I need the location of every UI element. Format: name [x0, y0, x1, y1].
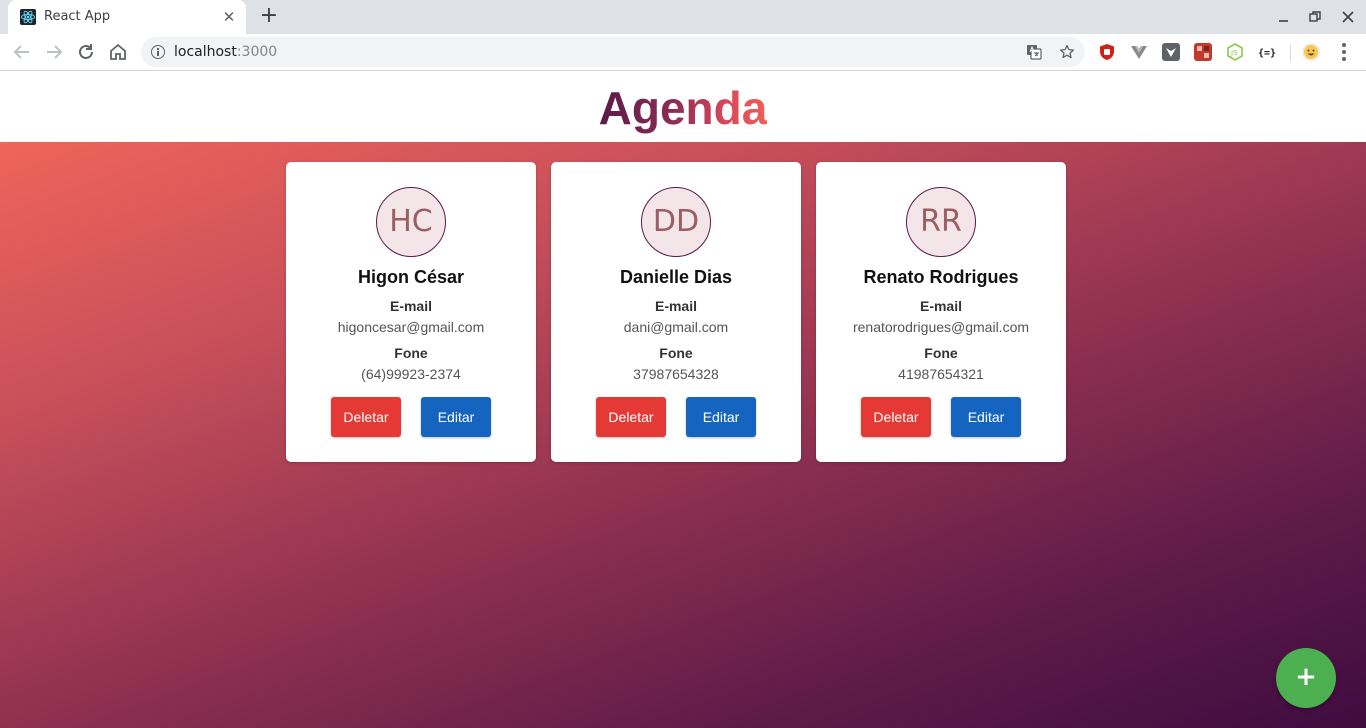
json-extension-icon[interactable]: {=} — [1258, 43, 1276, 61]
phone-value: 41987654321 — [898, 366, 984, 382]
edit-button[interactable]: Editar — [951, 397, 1021, 437]
close-window-icon[interactable] — [1339, 8, 1357, 26]
browser-menu-icon[interactable] — [1336, 41, 1352, 63]
add-contact-button[interactable]: + — [1276, 648, 1336, 708]
tab-title: React App — [44, 9, 111, 24]
url-host: localhost — [174, 44, 237, 60]
svg-text:{=}: {=} — [1258, 48, 1276, 59]
page-header: Agenda — [0, 72, 1366, 142]
browser-tab[interactable]: React App ✕ — [8, 0, 246, 34]
avatar: DD — [641, 187, 711, 257]
translate-icon[interactable] — [1026, 44, 1042, 60]
delete-button[interactable]: Deletar — [596, 397, 666, 437]
forward-icon[interactable] — [42, 40, 66, 64]
edit-button[interactable]: Editar — [686, 397, 756, 437]
reload-icon[interactable] — [74, 40, 98, 64]
restore-window-icon[interactable] — [1306, 8, 1324, 26]
pixel-extension-icon[interactable] — [1194, 43, 1212, 61]
phone-value: (64)99923-2374 — [361, 366, 461, 382]
contact-name: Renato Rodrigues — [863, 267, 1019, 287]
delete-button[interactable]: Deletar — [861, 397, 931, 437]
email-label: E-mail — [919, 298, 962, 314]
email-value: renatorodrigues@gmail.com — [852, 319, 1030, 335]
phone-label: Fone — [659, 345, 693, 361]
contact-card: DD Danielle Dias E-mail dani@gmail.com F… — [551, 162, 801, 462]
email-value: higoncesar@gmail.com — [337, 319, 485, 335]
email-value: dani@gmail.com — [623, 319, 729, 335]
star-icon[interactable] — [1059, 44, 1075, 60]
avatar: RR — [906, 187, 976, 257]
url-port: :3000 — [236, 44, 278, 60]
new-tab-button[interactable]: + — [258, 5, 280, 28]
browser-tab-strip: React App ✕ + — [0, 0, 1366, 34]
lion-extension-icon[interactable] — [1162, 43, 1180, 61]
home-icon[interactable] — [106, 40, 130, 64]
info-icon[interactable] — [151, 45, 165, 59]
profile-avatar-icon[interactable] — [1302, 43, 1320, 61]
url-text[interactable]: localhost:3000 — [174, 44, 277, 60]
back-icon[interactable] — [10, 40, 34, 64]
phone-label: Fone — [394, 345, 428, 361]
toolbar-separator — [1290, 44, 1291, 62]
phone-label: Fone — [924, 345, 958, 361]
avatar: HC — [376, 187, 446, 257]
svg-text:JS: JS — [1230, 49, 1238, 57]
contact-card: RR Renato Rodrigues E-mail renatorodrigu… — [816, 162, 1066, 462]
delete-button[interactable]: Deletar — [331, 397, 401, 437]
email-label: E-mail — [389, 298, 432, 314]
node-extension-icon[interactable]: JS — [1226, 43, 1244, 61]
contact-name: Higon César — [357, 267, 465, 287]
edit-button[interactable]: Editar — [421, 397, 491, 437]
close-tab-icon[interactable]: ✕ — [220, 8, 238, 26]
vue-devtools-icon[interactable] — [1130, 43, 1148, 61]
ublock-icon[interactable] — [1098, 43, 1116, 61]
contact-card: HC Higon César E-mail higoncesar@gmail.c… — [286, 162, 536, 462]
minimize-window-icon[interactable] — [1275, 8, 1293, 26]
phone-value: 37987654328 — [633, 366, 719, 382]
contact-card-list: HC Higon César E-mail higoncesar@gmail.c… — [286, 162, 1066, 462]
browser-toolbar: localhost:3000 JS {=} — [0, 34, 1366, 71]
contact-name: Danielle Dias — [619, 267, 733, 287]
react-favicon-icon — [20, 9, 36, 25]
contacts-area: HC Higon César E-mail higoncesar@gmail.c… — [0, 142, 1366, 728]
page-title: Agenda — [598, 82, 768, 134]
address-bar[interactable]: localhost:3000 — [141, 37, 1085, 67]
email-label: E-mail — [654, 298, 697, 314]
